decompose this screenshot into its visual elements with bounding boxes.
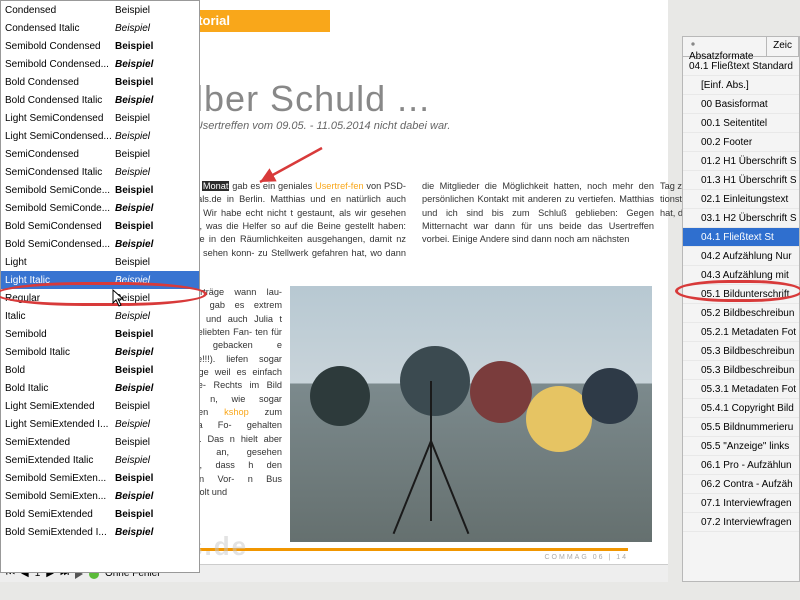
link-usertreffen[interactable]: Usertref-fen [315,181,364,191]
body-text-columns[interactable]: etzten Monat gab es ein geniales Usertre… [174,180,654,260]
paragraph-style-item[interactable]: 04.2 Aufzählung Nur [683,247,799,266]
person-shape [400,346,470,416]
link-workshop[interactable]: kshop [224,407,249,417]
font-style-option[interactable]: Light SemiExtended I...Beispiel [1,415,199,433]
font-style-option[interactable]: Semibold ItalicBeispiel [1,343,199,361]
tripod-shape [430,381,432,521]
font-style-option[interactable]: Semibold SemiConde...Beispiel [1,199,199,217]
paragraph-style-item[interactable]: 05.3 Bildbeschreibun [683,342,799,361]
font-style-option[interactable]: SemiExtended ItalicBeispiel [1,451,199,469]
paragraph-style-item[interactable]: 03.1 H2 Überschrift S [683,209,799,228]
font-style-option[interactable]: Semibold CondensedBeispiel [1,37,199,55]
paragraph-style-item[interactable]: 04.1 Fließtext St [683,228,799,247]
paragraph-style-item[interactable]: 07.1 Interviewfragen [683,494,799,513]
paragraph-style-item[interactable]: 01.2 H1 Überschrift S [683,152,799,171]
font-style-option[interactable]: Bold SemiCondensedBeispiel [1,217,199,235]
font-style-option[interactable]: CondensedBeispiel [1,1,199,19]
panel-tabs: Absatzformate Zeic [683,37,799,57]
font-style-option[interactable]: SemiCondensedBeispiel [1,145,199,163]
page-headline[interactable]: elber Schuld ... [174,78,430,120]
article-photo[interactable] [290,286,652,542]
paragraph-style-item[interactable]: 05.3 Bildbeschreibun [683,361,799,380]
paragraph-style-item[interactable]: 02.1 Einleitungstext [683,190,799,209]
paragraph-style-item[interactable]: 05.2.1 Metadaten Fot [683,323,799,342]
font-style-option[interactable]: Bold CondensedBeispiel [1,73,199,91]
paragraph-style-item[interactable]: 01.3 H1 Überschrift S [683,171,799,190]
paragraph-style-item[interactable]: 05.4.1 Copyright Bild [683,399,799,418]
paragraph-style-item[interactable]: 04.1 Fließtext Standard [683,57,799,76]
person-shape [470,361,532,423]
font-style-option[interactable]: Semibold SemiExten...Beispiel [1,487,199,505]
font-style-option[interactable]: LightBeispiel [1,253,199,271]
paragraph-style-item[interactable]: 06.1 Pro - Aufzählun [683,456,799,475]
paragraph-style-item[interactable]: 06.2 Contra - Aufzäh [683,475,799,494]
paragraph-style-item[interactable]: 04.3 Aufzählung mit [683,266,799,285]
tab-zeichenformate[interactable]: Zeic [767,37,799,56]
font-style-option[interactable]: SemiExtendedBeispiel [1,433,199,451]
font-style-option[interactable]: SemiboldBeispiel [1,325,199,343]
font-style-option[interactable]: Semibold Condensed...Beispiel [1,55,199,73]
font-style-option[interactable]: ItalicBeispiel [1,307,199,325]
font-style-option[interactable]: SemiCondensed ItalicBeispiel [1,163,199,181]
font-style-option[interactable]: Bold ItalicBeispiel [1,379,199,397]
paragraph-style-item[interactable]: 00.2 Footer [683,133,799,152]
font-style-option[interactable]: Bold Condensed ItalicBeispiel [1,91,199,109]
tab-absatzformate[interactable]: Absatzformate [683,37,767,56]
paragraph-style-item[interactable]: 05.2 Bildbeschreibun [683,304,799,323]
paragraph-style-item[interactable]: [Einf. Abs.] [683,76,799,95]
font-style-option[interactable]: Semibold SemiExten...Beispiel [1,469,199,487]
paragraph-style-item[interactable]: 05.5 "Anzeige" links [683,437,799,456]
paragraph-styles-panel[interactable]: Absatzformate Zeic 04.1 Fließtext Standa… [682,36,800,582]
paragraph-style-item[interactable]: 05.5 Bildnummerieru [683,418,799,437]
person-shape [310,366,370,426]
font-style-option[interactable]: Semibold SemiConde...Beispiel [1,181,199,199]
page-subhead[interactable]: eim Usertreffen vom 09.05. - 11.05.2014 … [174,120,450,132]
paragraph-style-item[interactable]: 05.1 Bildunterschrift [683,285,799,304]
font-style-option[interactable]: Light SemiCondensed...Beispiel [1,127,199,145]
person-shape [582,368,638,424]
highlighted-word[interactable]: Monat [202,181,230,191]
font-style-option[interactable]: Bold SemiCondensed...Beispiel [1,235,199,253]
annotation-circle-font [0,282,207,306]
font-style-option[interactable]: Light SemiCondensedBeispiel [1,109,199,127]
paragraph-style-item[interactable]: 07.2 Interviewfragen [683,513,799,532]
footer-pagenum: COMMAG 06 | 14 [544,554,628,561]
font-style-option[interactable]: Light SemiExtendedBeispiel [1,397,199,415]
font-style-option[interactable]: Bold SemiExtendedBeispiel [1,505,199,523]
paragraph-style-item[interactable]: 05.3.1 Metadaten Fot [683,380,799,399]
paragraph-style-item[interactable]: 00.1 Seitentitel [683,114,799,133]
font-style-option[interactable]: Bold SemiExtended I...Beispiel [1,523,199,541]
paragraph-style-item[interactable]: 00 Basisformat [683,95,799,114]
font-style-option[interactable]: BoldBeispiel [1,361,199,379]
font-style-option[interactable]: Condensed ItalicBeispiel [1,19,199,37]
